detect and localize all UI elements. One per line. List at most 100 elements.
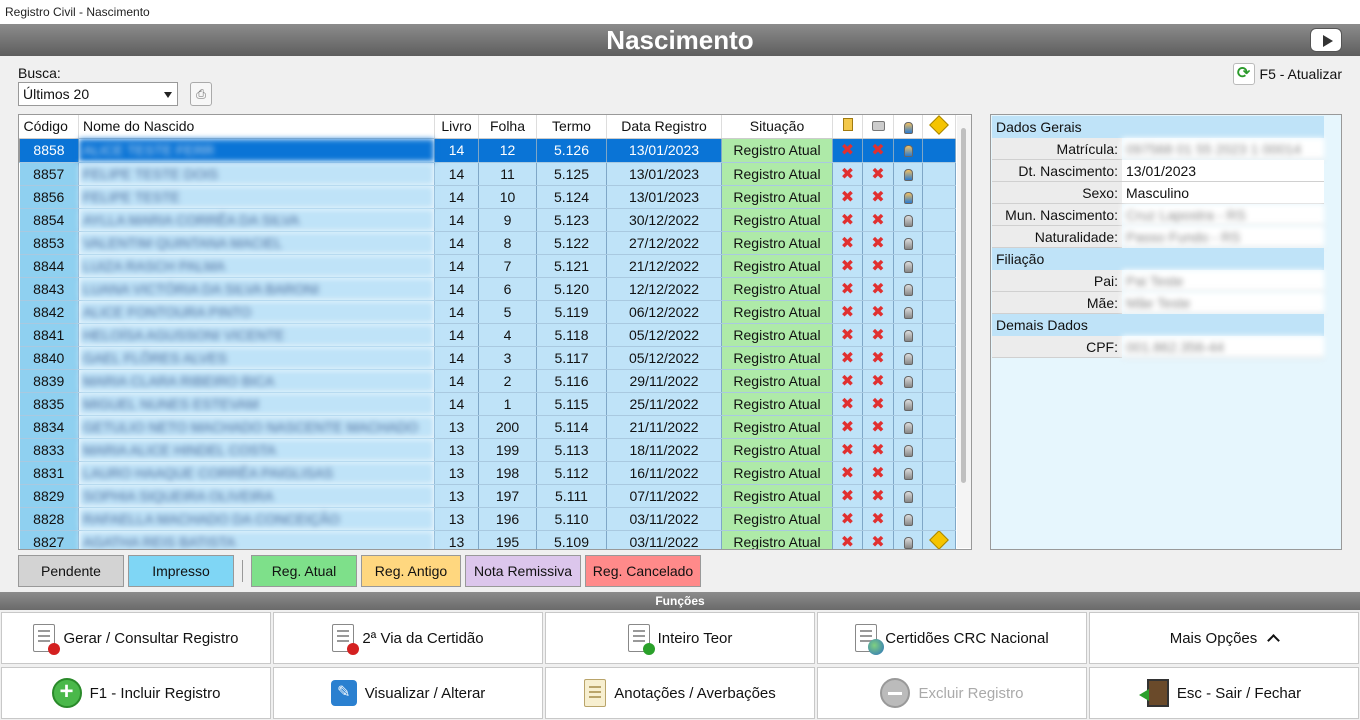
legend-reg-antigo[interactable]: Reg. Antigo	[361, 555, 461, 587]
cell-book-status[interactable]: ✖	[832, 507, 863, 531]
refresh-button[interactable]: ⟳ F5 - Atualizar	[1232, 63, 1342, 85]
cell-book-status[interactable]: ✖	[832, 138, 863, 163]
cell-print-status[interactable]: ✖	[862, 392, 894, 416]
cell-person-status[interactable]	[893, 369, 923, 393]
cell-print-status[interactable]: ✖	[862, 369, 894, 393]
mais-opcoes-button[interactable]: Mais Opções	[1089, 612, 1359, 664]
cell-book-status[interactable]: ✖	[832, 254, 863, 278]
cell-book-status[interactable]: ✖	[832, 323, 863, 347]
cell-print-status[interactable]: ✖	[862, 138, 894, 163]
cell-book-status[interactable]: ✖	[832, 185, 863, 209]
cell-book-status[interactable]: ✖	[832, 415, 863, 439]
cell-print-status[interactable]: ✖	[862, 438, 894, 462]
col-data[interactable]: Data Registro	[606, 115, 722, 139]
table-row[interactable]: 8841 HELOÍSA AGUSSONI VICENTE 14 4 5.118 05/1…	[19, 323, 956, 347]
table-row[interactable]: 8843 LUANA VICTÓRIA DA SILVA BARONI 14 6 5.1…	[19, 277, 956, 301]
col-nome[interactable]: Nome do Nascido	[78, 115, 435, 139]
cell-print-status[interactable]: ✖	[862, 277, 894, 301]
legend-pendente[interactable]: Pendente	[18, 555, 124, 587]
table-row[interactable]: 8840 GAEL FLÔRES ALVES 14 3 5.117 05/12/2022 R…	[19, 346, 956, 370]
cell-print-status[interactable]: ✖	[862, 254, 894, 278]
legend-reg-cancelado[interactable]: Reg. Cancelado	[585, 555, 701, 587]
cell-print-status[interactable]: ✖	[862, 346, 894, 370]
cell-book-status[interactable]: ✖	[832, 231, 863, 255]
cell-book-status[interactable]: ✖	[832, 438, 863, 462]
cell-print-status[interactable]: ✖	[862, 323, 894, 347]
table-row[interactable]: 8831 LAURO HAAQUE CORRÊA PAIGLISAS 13 198 5.…	[19, 461, 956, 485]
excluir-registro-button[interactable]: Excluir Registro	[817, 667, 1087, 719]
cell-person-status[interactable]	[893, 484, 923, 508]
cell-person-status[interactable]	[893, 323, 923, 347]
cell-print-status[interactable]: ✖	[862, 208, 894, 232]
table-row[interactable]: 8858 ALICE TESTE FERR 14 12 5.126 13/01/2023 R…	[19, 138, 956, 163]
col-livro[interactable]: Livro	[434, 115, 479, 139]
video-help-icon[interactable]	[1310, 28, 1342, 52]
inteiro-teor-button[interactable]: Inteiro Teor	[545, 612, 815, 664]
cell-book-status[interactable]: ✖	[832, 277, 863, 301]
col-folha[interactable]: Folha	[478, 115, 537, 139]
table-row[interactable]: 8827 AGATHA REIS BATISTA 13 195 5.109 03/11/2…	[19, 530, 956, 549]
cell-book-status[interactable]: ✖	[832, 392, 863, 416]
cell-person-status[interactable]	[893, 392, 923, 416]
table-row[interactable]: 8829 SOPHIA SIQUEIRA OLIVEIRA 13 197 5.111 07…	[19, 484, 956, 508]
cell-person-status[interactable]	[893, 346, 923, 370]
cell-person-status[interactable]	[893, 162, 923, 186]
cell-person-status[interactable]	[893, 507, 923, 531]
cell-print-status[interactable]: ✖	[862, 231, 894, 255]
records-grid[interactable]: Código Nome do Nascido Livro Folha Termo…	[18, 114, 972, 550]
table-row[interactable]: 8856 FELIPE TESTE 14 10 5.124 13/01/2023 Regis…	[19, 185, 956, 209]
cell-print-status[interactable]: ✖	[862, 300, 894, 324]
gerar-consultar-button[interactable]: Gerar / Consultar Registro	[1, 612, 271, 664]
legend-reg-atual[interactable]: Reg. Atual	[251, 555, 357, 587]
cell-person-status[interactable]	[893, 438, 923, 462]
cell-person-status[interactable]	[893, 277, 923, 301]
grid-scrollbar[interactable]	[957, 116, 971, 548]
table-row[interactable]: 8857 FELIPE TESTE DOIS 14 11 5.125 13/01/2023…	[19, 162, 956, 186]
cell-book-status[interactable]: ✖	[832, 300, 863, 324]
visualizar-alterar-button[interactable]: ✎ Visualizar / Alterar	[273, 667, 543, 719]
cell-person-status[interactable]	[893, 231, 923, 255]
cell-book-status[interactable]: ✖	[832, 162, 863, 186]
table-row[interactable]: 8834 GETULIO NETO MACHADO NASCENTE MACHAD…	[19, 415, 956, 439]
table-row[interactable]: 8842 ALICE FONTOURA PINTO 14 5 5.119 06/12/20…	[19, 300, 956, 324]
sair-fechar-button[interactable]: Esc - Sair / Fechar	[1089, 667, 1359, 719]
cell-book-status[interactable]: ✖	[832, 461, 863, 485]
table-row[interactable]: 8828 RAFAELLA MACHADO DA CONCEIÇÃO 13 196 5.…	[19, 507, 956, 531]
table-row[interactable]: 8833 MARIA ALICE HINDEL COSTA 13 199 5.113 18…	[19, 438, 956, 462]
table-row[interactable]: 8839 MARIA CLARA RIBEIRO BICA 14 2 5.116 29/1…	[19, 369, 956, 393]
cell-person-status[interactable]	[893, 254, 923, 278]
col-codigo[interactable]: Código	[19, 115, 79, 139]
cell-book-status[interactable]: ✖	[832, 208, 863, 232]
crc-nacional-button[interactable]: Certidões CRC Nacional	[817, 612, 1087, 664]
incluir-registro-button[interactable]: + F1 - Incluir Registro	[1, 667, 271, 719]
cell-book-status[interactable]: ✖	[832, 369, 863, 393]
cell-book-status[interactable]: ✖	[832, 346, 863, 370]
cell-print-status[interactable]: ✖	[862, 461, 894, 485]
cell-person-status[interactable]	[893, 415, 923, 439]
anotacoes-button[interactable]: Anotações / Averbações	[545, 667, 815, 719]
cell-print-status[interactable]: ✖	[862, 530, 894, 549]
table-row[interactable]: 8854 AYLLA MARIA CORRÊA DA SILVA 14 9 5.123 3…	[19, 208, 956, 232]
cell-print-status[interactable]: ✖	[862, 415, 894, 439]
cell-person-status[interactable]	[893, 138, 923, 163]
table-row[interactable]: 8844 LUIZA RASCH PALMA 14 7 5.121 21/12/2022 R…	[19, 254, 956, 278]
search-select[interactable]: Últimos 20	[18, 82, 178, 106]
cell-person-status[interactable]	[893, 185, 923, 209]
col-situacao[interactable]: Situação	[721, 115, 833, 139]
cell-person-status[interactable]	[893, 208, 923, 232]
legend-impresso[interactable]: Impresso	[128, 555, 234, 587]
cell-print-status[interactable]: ✖	[862, 162, 894, 186]
search-options-button[interactable]: ⎙	[190, 82, 212, 106]
col-termo[interactable]: Termo	[536, 115, 607, 139]
cell-print-status[interactable]: ✖	[862, 484, 894, 508]
cell-person-status[interactable]	[893, 300, 923, 324]
cell-book-status[interactable]: ✖	[832, 530, 863, 549]
cell-person-status[interactable]	[893, 461, 923, 485]
segunda-via-button[interactable]: 2ª Via da Certidão	[273, 612, 543, 664]
cell-print-status[interactable]: ✖	[862, 185, 894, 209]
cell-print-status[interactable]: ✖	[862, 507, 894, 531]
table-row[interactable]: 8853 VALENTIM QUINTANA MACIEL 14 8 5.122 27/1…	[19, 231, 956, 255]
table-row[interactable]: 8835 MIGUEL NUNES ESTEVAM 14 1 5.115 25/11/20…	[19, 392, 956, 416]
legend-nota-remissiva[interactable]: Nota Remissiva	[465, 555, 581, 587]
scrollbar-thumb[interactable]	[961, 128, 966, 483]
